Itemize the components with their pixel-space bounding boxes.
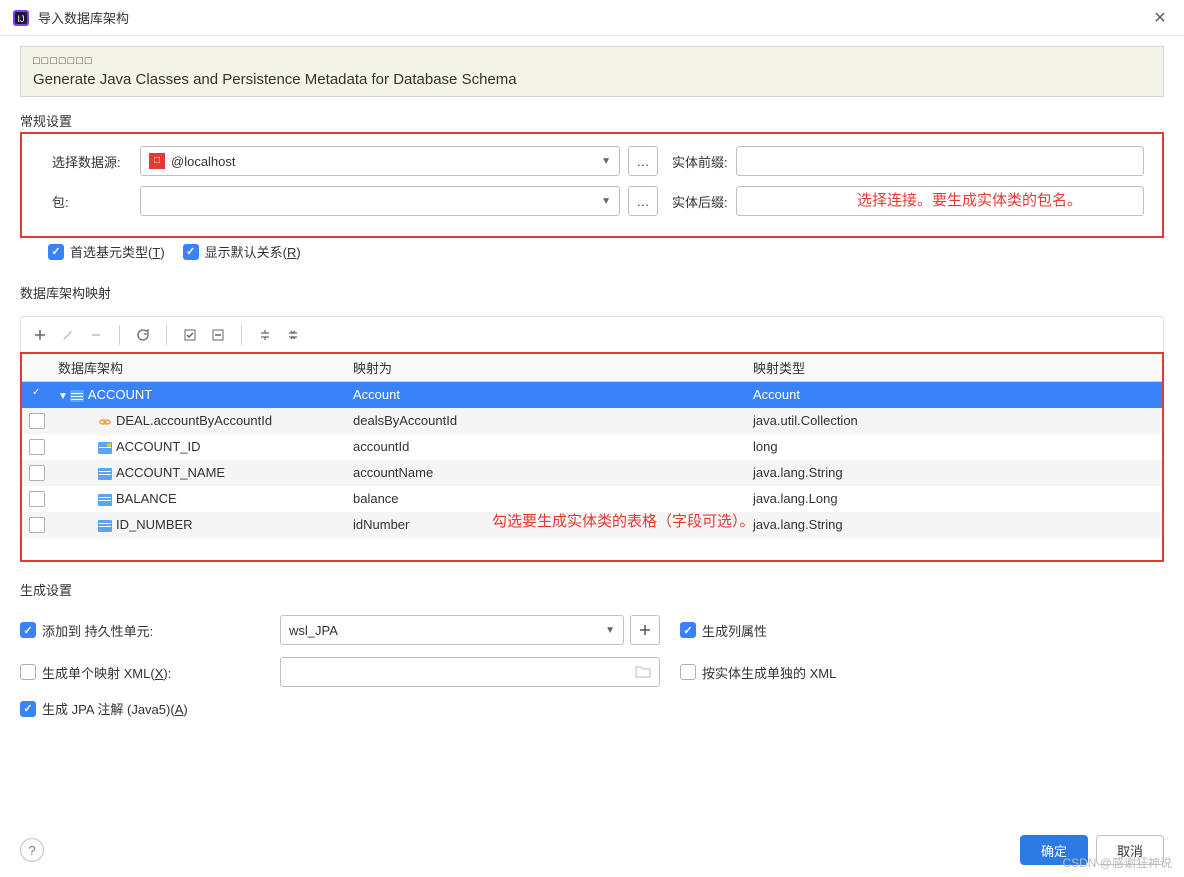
datasource-browse-button[interactable]: … [628,146,658,176]
row-checkbox[interactable] [29,413,45,429]
type-cell: java.util.Collection [747,408,1162,434]
mapped-as-cell: accountId [347,434,747,460]
folder-icon [635,664,651,681]
close-icon[interactable]: ✕ [1148,6,1172,30]
key-icon [98,442,112,454]
suffix-input[interactable] [736,186,1144,216]
type-cell: java.lang.String [747,512,1162,538]
type-cell: long [747,434,1162,460]
table-icon [70,390,84,402]
remove-button[interactable] [83,322,109,348]
single-xml-checkbox[interactable]: 生成单个映射 XML(X): [20,663,171,682]
info-banner: □□□□□□□ Generate Java Classes and Persis… [20,46,1164,97]
persistence-unit-dropdown[interactable]: wsl_JPA ▼ [280,615,624,645]
chevron-down-icon: ▼ [605,625,615,636]
package-label: 包: [52,192,132,211]
prefer-primitive-checkbox[interactable]: ✓ 首选基元类型(T) [48,242,165,261]
select-all-button[interactable] [177,322,203,348]
mapped-as-cell: dealsByAccountId [347,408,747,434]
package-dropdown[interactable]: ▼ [140,186,620,216]
schema-cell: ACCOUNT_NAME [116,465,225,480]
col-mapped-as[interactable]: 映射为 [347,354,747,382]
schema-cell: ACCOUNT [88,387,152,402]
row-checkbox[interactable] [29,491,45,507]
titlebar: IJ 导入数据库架构 ✕ [0,0,1184,36]
mapped-as-cell: Account [347,382,747,408]
gen-label: 生成设置 [20,580,1164,599]
col-schema[interactable]: 数据库架构 [52,354,347,382]
ok-button[interactable]: 确定 [1020,835,1088,865]
gen-column-props-checkbox[interactable]: ✓ 生成列属性 [680,621,767,640]
footer: ? 确定 取消 [20,835,1164,865]
collapse-all-button[interactable] [280,322,306,348]
table-row[interactable]: ACCOUNT_ID accountIdlong [22,434,1162,460]
info-desc: Generate Java Classes and Persistence Me… [33,71,1151,88]
row-checkbox[interactable] [29,517,45,533]
col-icon [98,494,112,506]
mapping-table-wrap: 数据库架构 映射为 映射类型 ▼ACCOUNTAccountAccountDEA… [20,352,1164,562]
package-browse-button[interactable]: … [628,186,658,216]
type-cell: java.lang.Long [747,486,1162,512]
window-title: 导入数据库架构 [38,8,1148,27]
svg-text:IJ: IJ [17,14,24,24]
mapped-as-cell: accountName [347,460,747,486]
cancel-button[interactable]: 取消 [1096,835,1164,865]
separate-xml-checkbox[interactable]: 按实体生成单独的 XML [680,663,836,682]
table-row[interactable]: ▼ ACCOUNT AccountAccount [22,382,1162,408]
jpa-annotation-checkbox[interactable]: ✓ 生成 JPA 注解 (Java5)(A) [20,699,188,718]
table-row[interactable]: ACCOUNT_NAME accountNamejava.lang.String [22,460,1162,486]
datasource-dropdown[interactable]: @localhost ▼ [140,146,620,176]
schema-cell: BALANCE [116,491,177,506]
table-row[interactable]: BALANCE balancejava.lang.Long [22,486,1162,512]
single-xml-path-input[interactable] [280,657,660,687]
datasource-label: 选择数据源: [52,152,132,171]
expand-all-button[interactable] [252,322,278,348]
oracle-icon [149,153,165,169]
generation-settings: ✓ 添加到 持久性单元: wsl_JPA ▼ ✓ 生成列属性 生成单个映射 XM… [20,615,1164,718]
mapping-label: 数据库架构映射 [20,283,1164,302]
link-icon [98,416,112,428]
schema-cell: ID_NUMBER [116,517,193,532]
info-placeholder: □□□□□□□ [33,55,1151,67]
row-checkbox[interactable] [29,465,45,481]
mapping-section: 数据库架构 映射为 映射类型 ▼ACCOUNTAccountAccountDEA… [20,316,1164,562]
col-type[interactable]: 映射类型 [747,354,1162,382]
app-icon: IJ [12,9,30,27]
mapped-as-cell: balance [347,486,747,512]
datasource-value: @localhost [171,154,236,169]
refresh-button[interactable] [130,322,156,348]
chevron-down-icon: ▼ [601,196,611,207]
prefix-label: 实体前缀: [672,152,728,171]
show-relations-checkbox[interactable]: ✓ 显示默认关系(R) [183,242,301,261]
schema-cell: ACCOUNT_ID [116,439,201,454]
add-to-unit-checkbox[interactable]: ✓ 添加到 持久性单元: [20,621,153,640]
suffix-label: 实体后缀: [672,192,728,211]
prefix-input[interactable] [736,146,1144,176]
chevron-down-icon[interactable]: ▼ [58,391,68,402]
help-button[interactable]: ? [20,838,44,862]
table-row[interactable]: ID_NUMBER idNumberjava.lang.String [22,512,1162,538]
general-label: 常规设置 [20,111,1164,130]
mapped-as-cell: idNumber [347,512,747,538]
col-icon [98,468,112,480]
chevron-down-icon: ▼ [601,156,611,167]
mapping-toolbar [20,316,1164,352]
schema-cell: DEAL.accountByAccountId [116,413,272,428]
add-button[interactable] [27,322,53,348]
col-icon [98,520,112,532]
mapping-table: 数据库架构 映射为 映射类型 ▼ACCOUNTAccountAccountDEA… [22,354,1162,538]
edit-button[interactable] [55,322,81,348]
row-checkbox[interactable] [29,387,45,403]
type-cell: Account [747,382,1162,408]
add-unit-button[interactable] [630,615,660,645]
general-settings: 选择数据源: @localhost ▼ … 实体前缀: 包: ▼ … 实体后缀:… [20,132,1164,238]
deselect-all-button[interactable] [205,322,231,348]
table-row[interactable]: DEAL.accountByAccountId dealsByAccountIdj… [22,408,1162,434]
row-checkbox[interactable] [29,439,45,455]
type-cell: java.lang.String [747,460,1162,486]
